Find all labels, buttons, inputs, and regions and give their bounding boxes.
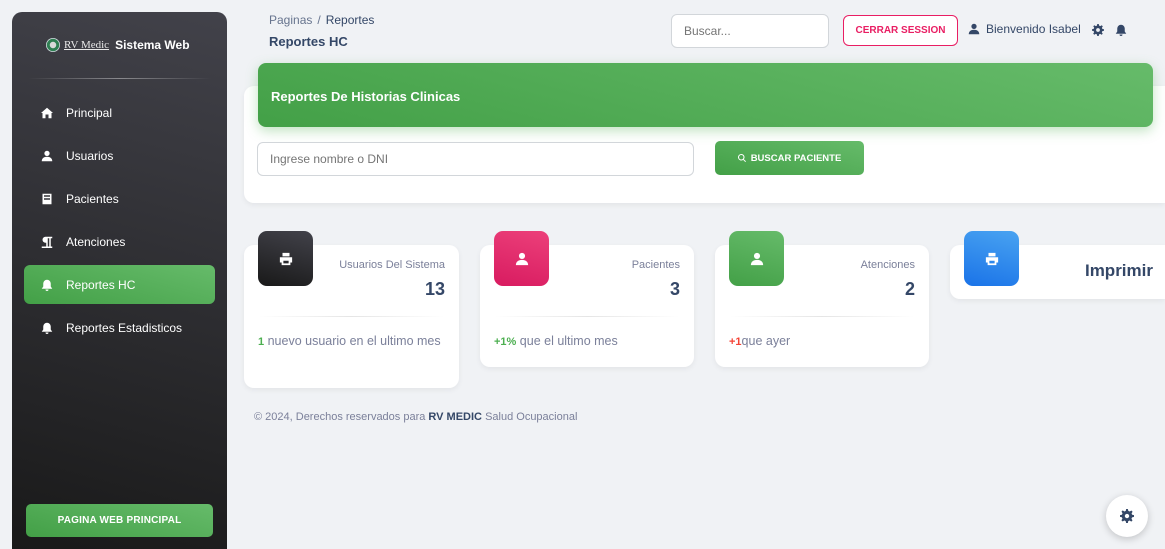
sidebar-item-label: Principal: [66, 105, 113, 120]
stat-divider: [258, 316, 445, 317]
main-website-button[interactable]: PAGINA WEB PRINCIPAL: [26, 504, 213, 537]
gear-icon: [1120, 509, 1134, 523]
paragraph-icon: [40, 235, 54, 249]
sidebar-brand[interactable]: RV Medic Sistema Web: [12, 12, 227, 78]
search-patient-label: BUSCAR PACIENTE: [750, 152, 842, 164]
stat-label: Pacientes: [631, 259, 680, 271]
sidebar-item-reportes-estadisticos[interactable]: Reportes Estadisticos: [24, 308, 215, 347]
sidebar-nav: Principal Usuarios Pacientes Atenciones …: [12, 79, 227, 347]
stat-footer: +1que ayer: [729, 334, 791, 348]
breadcrumb-separator: /: [317, 13, 321, 27]
sidebar-item-label: Reportes HC: [66, 277, 136, 292]
user-icon: [40, 149, 54, 163]
patient-search-input[interactable]: [257, 142, 694, 176]
sidebar-item-label: Atenciones: [66, 234, 126, 249]
logout-button[interactable]: CERRAR SESSION: [843, 15, 958, 46]
stat-value: 13: [424, 279, 445, 299]
stat-footer: 1 nuevo usuario en el ultimo mes: [258, 334, 441, 348]
user-icon: [494, 231, 549, 286]
print-icon: [258, 231, 313, 286]
sidebar-item-pacientes[interactable]: Pacientes: [24, 179, 215, 218]
page-title: Reportes HC: [269, 34, 348, 49]
welcome-text: Bienvenido Isabel: [986, 22, 1081, 36]
bell-icon[interactable]: [1115, 23, 1127, 36]
logo-icon: [46, 38, 60, 52]
breadcrumb-current: Reportes: [325, 13, 375, 27]
bell-icon: [40, 321, 54, 335]
sidebar-item-label: Reportes Estadisticos: [66, 320, 183, 335]
sidebar-item-label: Pacientes: [66, 191, 119, 206]
stat-label: Atenciones: [860, 259, 915, 271]
stat-value: 2: [904, 279, 915, 299]
user-icon: [729, 231, 784, 286]
footer-brand[interactable]: RV MEDIC: [428, 411, 482, 423]
sidebar-item-usuarios[interactable]: Usuarios: [24, 136, 215, 175]
breadcrumb-root[interactable]: Paginas: [269, 13, 312, 27]
user-menu[interactable]: Bienvenido Isabel: [968, 22, 1081, 36]
sidebar-item-atenciones[interactable]: Atenciones: [24, 222, 215, 261]
sidebar-item-label: Usuarios: [66, 148, 114, 163]
book-icon: [40, 192, 54, 206]
sidebar-item-reportes-hc[interactable]: Reportes HC: [24, 265, 215, 304]
search-patient-button[interactable]: BUSCAR PACIENTE: [715, 141, 864, 175]
stat-footer: +1% que el ultimo mes: [494, 334, 618, 348]
report-card-header: Reportes De Historias Clinicas: [258, 63, 1153, 127]
user-icon: [968, 23, 980, 35]
bell-icon: [40, 278, 54, 292]
stat-divider: [494, 316, 680, 317]
sidebar-item-principal[interactable]: Principal: [24, 93, 215, 132]
home-icon: [40, 106, 54, 120]
breadcrumb: Paginas / Reportes: [269, 13, 374, 27]
print-icon[interactable]: [964, 231, 1019, 286]
search-icon: [737, 154, 746, 162]
settings-fab-button[interactable]: [1106, 495, 1148, 537]
stat-label: Usuarios Del Sistema: [339, 259, 445, 271]
print-label: Imprimir: [1084, 261, 1153, 280]
search-input[interactable]: [671, 14, 829, 48]
gear-icon[interactable]: [1092, 23, 1104, 36]
stat-value: 3: [669, 279, 680, 299]
sidebar: RV Medic Sistema Web Principal Usuarios …: [12, 12, 227, 549]
brand-title: Sistema Web: [115, 38, 190, 52]
footer: © 2024, Derechos reservados para RV MEDI…: [254, 411, 578, 423]
stat-divider: [729, 316, 915, 317]
brand-logo-text: RV Medic: [64, 39, 110, 51]
